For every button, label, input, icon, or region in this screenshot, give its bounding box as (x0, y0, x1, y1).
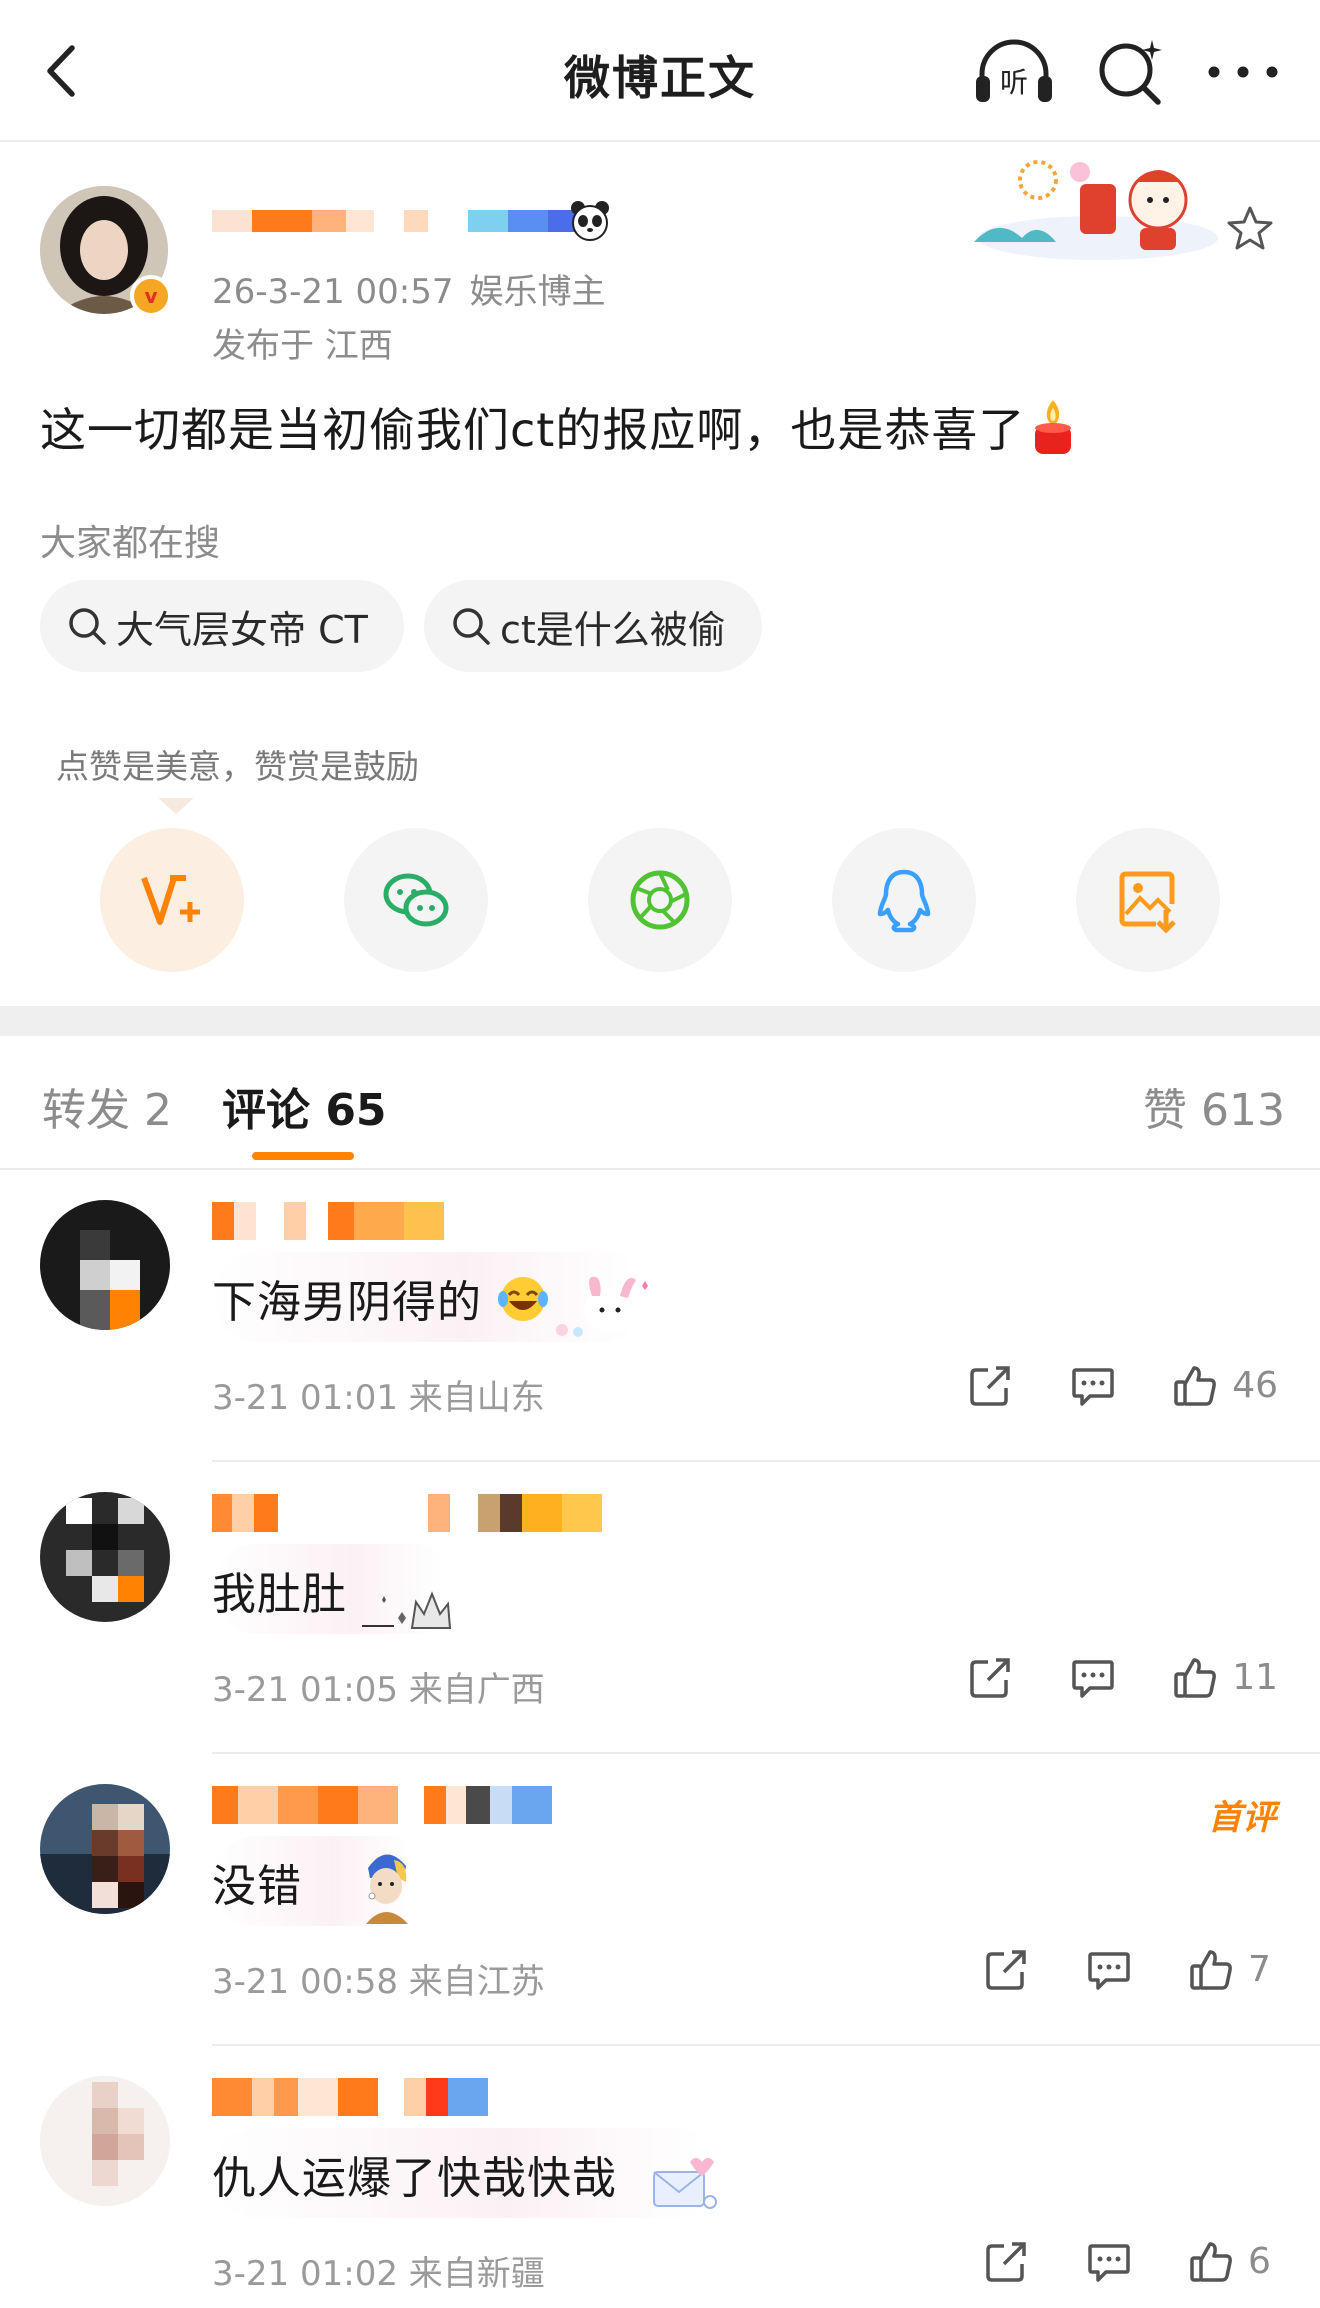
hot-search-chip[interactable]: ct是什么被偷 (424, 580, 762, 672)
comment-like-count: 46 (1232, 1364, 1278, 1406)
post-meta: 26-3-21 00:57 娱乐博主 (212, 264, 606, 313)
share-qq-button[interactable] (832, 828, 976, 972)
qq-penguin-icon (877, 869, 931, 933)
author-name-redacted[interactable] (212, 206, 578, 236)
comment-text: 我肚肚 (212, 1569, 347, 1620)
active-tab-indicator (252, 1152, 354, 1160)
commenter-name-redacted[interactable] (212, 1494, 602, 1538)
listen-headphones-icon[interactable]: 听 (972, 36, 1056, 108)
comment-actions: 11 (968, 1654, 1278, 1700)
panda-badge-icon (571, 201, 609, 241)
commenter-name-redacted[interactable] (212, 1202, 444, 1246)
first-comment-badge: 首评 (1208, 1798, 1276, 1838)
share-icon[interactable] (968, 1362, 1014, 1408)
reply-icon[interactable] (1070, 1362, 1116, 1408)
top-bar: 微博正文 听 (0, 0, 1320, 142)
comment-meta: 3-21 01:05 来自广西 (212, 1670, 545, 1710)
comment-like-count: 11 (1232, 1656, 1278, 1698)
tab-reposts[interactable]: 转发 2 (42, 1074, 172, 1138)
thumbs-up-icon[interactable] (1172, 1654, 1218, 1700)
commenter-name-redacted[interactable] (212, 2078, 488, 2122)
hot-search-label: 大家都在搜 (40, 523, 221, 564)
share-icon[interactable] (984, 1946, 1030, 1992)
post-content: 这一切都是当初偷我们ct的报应啊，也是恭喜了 (40, 394, 1077, 460)
thumbs-up-icon[interactable] (1188, 1946, 1234, 1992)
hot-search-chip[interactable]: 大气层女帝 CT (40, 580, 404, 672)
comment-text: 仇人运爆了快哉快哉 (212, 2153, 617, 2204)
moments-aperture-icon (630, 870, 690, 930)
share-icon[interactable] (984, 2238, 1030, 2284)
wechat-icon (383, 873, 449, 927)
post-content-text: 这一切都是当初偷我们ct的报应啊，也是恭喜了 (40, 403, 1026, 457)
section-divider (0, 1006, 1320, 1036)
commenter-name-redacted[interactable] (212, 1786, 552, 1830)
comment-item: 我肚肚 3-21 01:05 来自广西 11 (0, 1462, 1320, 1754)
search-icon (453, 608, 490, 645)
tooltip-arrow (158, 798, 194, 814)
post-location: 发布于 江西 (212, 326, 393, 366)
comment-item: 下海男阴得的 3-21 01:01 来自山东 46 (0, 1170, 1320, 1462)
thumbs-up-icon[interactable] (1172, 1362, 1218, 1408)
comment-like-count: 6 (1248, 2240, 1271, 2282)
thumbs-up-icon[interactable] (1188, 2238, 1234, 2284)
listen-label: 听 (1000, 66, 1028, 99)
reply-icon[interactable] (1070, 1654, 1116, 1700)
share-wechat-button[interactable] (344, 828, 488, 972)
comment-meta: 3-21 00:58 来自江苏 (212, 1962, 545, 2002)
save-image-button[interactable] (1076, 828, 1220, 972)
share-icon[interactable] (968, 1654, 1014, 1700)
share-moments-button[interactable] (588, 828, 732, 972)
reply-icon[interactable] (1086, 2238, 1132, 2284)
comment-text: 没错 (212, 1861, 302, 1912)
candle-emoji-icon (1035, 400, 1072, 454)
post-time: 26-3-21 00:57 (212, 272, 454, 312)
girl-with-pearl-earring-sticker (366, 1854, 408, 1924)
commenter-avatar[interactable] (40, 1200, 170, 1330)
hot-search-chip-label: ct是什么被偷 (500, 607, 726, 652)
comment-like-count: 7 (1248, 1948, 1271, 1990)
comment-item: 首评 没错 3-21 00:58 来自江苏 7 (0, 1754, 1320, 2046)
save-image-icon (1119, 871, 1176, 934)
comment-text-content: 下海男阴得的 (212, 1277, 482, 1328)
favorite-star-icon[interactable] (1226, 204, 1274, 252)
tab-comments[interactable]: 评论 65 (222, 1074, 387, 1138)
hot-search-chip-label: 大气层女帝 CT (116, 607, 368, 652)
search-icon (69, 608, 106, 645)
festive-card-sticker (974, 160, 1218, 260)
reward-button[interactable] (100, 828, 244, 972)
comment-actions: 7 (984, 1946, 1278, 1992)
commenter-avatar[interactable] (40, 2076, 170, 2206)
verified-badge-icon: v (130, 275, 172, 317)
reply-icon[interactable] (1086, 1946, 1132, 1992)
author-role: 娱乐博主 (469, 272, 606, 312)
commenter-avatar[interactable] (40, 1492, 170, 1622)
comment-actions: 6 (984, 2238, 1278, 2284)
comment-text: 下海男阴得的 (212, 1266, 549, 1330)
love-letter-sticker (653, 2158, 717, 2209)
tab-likes[interactable]: 赞 613 (1143, 1074, 1285, 1138)
comment-meta: 3-21 01:01 来自山东 (212, 1378, 545, 1418)
comment-actions: 46 (968, 1362, 1278, 1408)
commenter-avatar[interactable] (40, 1784, 170, 1914)
vplus-reward-icon (141, 875, 200, 925)
search-icon[interactable] (1094, 34, 1168, 108)
comment-meta: 3-21 01:02 来自新疆 (212, 2254, 545, 2294)
crown-sticker (362, 1591, 452, 1629)
cartoon-bunny-sticker (556, 1276, 648, 1337)
comment-item: 仇人运爆了快哉快哉 3-21 01:02 来自新疆 6 (0, 2046, 1320, 2308)
like-hint-tooltip: 点赞是美意，赞赏是鼓励 (56, 747, 419, 786)
more-options-icon[interactable] (1204, 50, 1282, 94)
